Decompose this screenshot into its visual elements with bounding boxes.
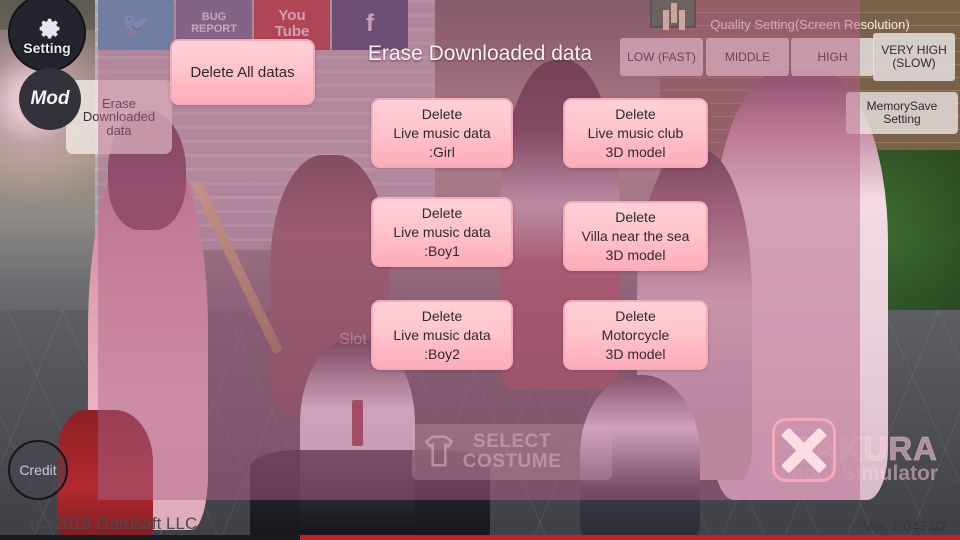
credit-button[interactable]: Credit <box>8 440 68 500</box>
delete-live-music-club-model-button[interactable]: Delete Live music club 3D model <box>563 98 708 168</box>
memory-save-setting-button[interactable]: MemorySave Setting <box>846 92 958 134</box>
delete-live-music-boy2-button[interactable]: Delete Live music data :Boy2 <box>371 300 513 370</box>
delete-live-music-girl-label: Delete Live music data :Girl <box>393 105 491 160</box>
mod-label: Mod <box>30 88 70 109</box>
bottom-accent-bar-dark <box>0 535 300 540</box>
delete-all-datas-label: Delete All datas <box>190 63 295 81</box>
delete-live-music-boy1-button[interactable]: Delete Live music data :Boy1 <box>371 197 513 267</box>
version-text: Ver. 1.043.02 <box>863 518 946 534</box>
delete-live-music-club-model-label: Delete Live music club 3D model <box>587 105 684 160</box>
delete-live-music-girl-button[interactable]: Delete Live music data :Girl <box>371 98 513 168</box>
delete-live-music-boy1-label: Delete Live music data :Boy1 <box>393 204 491 259</box>
close-icon[interactable] <box>772 418 836 482</box>
memory-save-setting-label: MemorySave Setting <box>866 99 938 126</box>
delete-villa-model-button[interactable]: Delete Villa near the sea 3D model <box>563 201 708 271</box>
copyright-text: (C)2018 Garusoft LLC <box>30 514 198 533</box>
credit-label: Credit <box>19 462 57 478</box>
game-screen: 🐦 BUG REPORT You Tube f Erase Downloaded… <box>0 0 960 540</box>
delete-live-music-boy2-label: Delete Live music data :Boy2 <box>393 307 491 362</box>
delete-motorcycle-model-button[interactable]: Delete Motorcycle 3D model <box>563 300 708 370</box>
dialog-title: Erase Downloaded data <box>367 42 593 65</box>
mod-button[interactable]: Mod <box>19 68 81 130</box>
delete-motorcycle-model-label: Delete Motorcycle 3D model <box>601 307 670 362</box>
setting-label: Setting <box>23 40 71 56</box>
delete-villa-model-label: Delete Villa near the sea 3D model <box>581 208 690 263</box>
delete-all-datas-button[interactable]: Delete All datas <box>170 39 315 105</box>
